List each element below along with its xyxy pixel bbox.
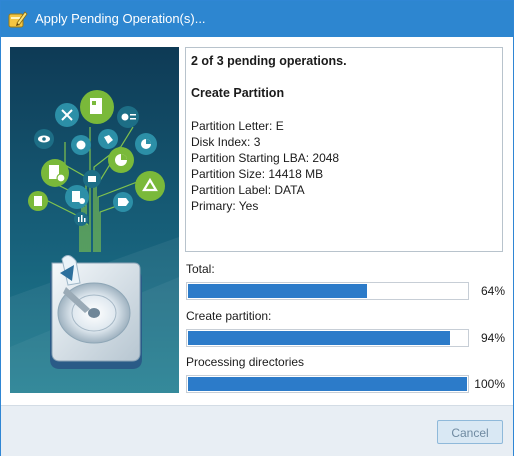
create-partition-progress-fill xyxy=(188,331,450,345)
pending-count: 2 of 3 pending operations. xyxy=(191,54,347,68)
total-progress-bar xyxy=(186,282,469,300)
detail-partition-label: Partition Label: DATA xyxy=(191,183,305,197)
processing-directories-label: Processing directories xyxy=(186,355,305,369)
detail-starting-lba: Partition Starting LBA: 2048 xyxy=(191,151,340,165)
total-progress-percent: 64% xyxy=(480,284,505,298)
detail-primary: Primary: Yes xyxy=(191,199,259,213)
dialog-footer: Cancel xyxy=(1,405,513,456)
disk-with-data-tree-illustration xyxy=(10,47,179,393)
create-partition-progress-percent: 94% xyxy=(480,331,505,345)
processing-directories-progress-bar xyxy=(186,375,469,393)
operation-details-box: 2 of 3 pending operations. Create Partit… xyxy=(185,47,503,252)
apply-operations-dialog: Apply Pending Operation(s)... 2 of 3 pen… xyxy=(0,0,514,456)
create-partition-progress-bar xyxy=(186,329,469,347)
dialog-content: 2 of 3 pending operations. Create Partit… xyxy=(1,37,513,405)
total-progress-fill xyxy=(188,284,367,298)
cancel-button[interactable]: Cancel xyxy=(437,420,503,444)
detail-disk-index: Disk Index: 3 xyxy=(191,135,261,149)
operation-detail-list: Partition Letter: E Disk Index: 3 Partit… xyxy=(191,118,339,214)
detail-partition-letter: Partition Letter: E xyxy=(191,119,284,133)
title-bar: Apply Pending Operation(s)... xyxy=(1,1,513,37)
processing-directories-percent: 100% xyxy=(474,377,505,391)
total-progress-label: Total: xyxy=(186,262,215,276)
detail-partition-size: Partition Size: 14418 MB xyxy=(191,167,324,181)
create-partition-progress-label: Create partition: xyxy=(186,309,272,323)
operation-name: Create Partition xyxy=(191,86,285,100)
processing-directories-progress-fill xyxy=(188,377,467,391)
pencil-on-disk-icon xyxy=(8,11,28,28)
window-title: Apply Pending Operation(s)... xyxy=(35,11,206,26)
